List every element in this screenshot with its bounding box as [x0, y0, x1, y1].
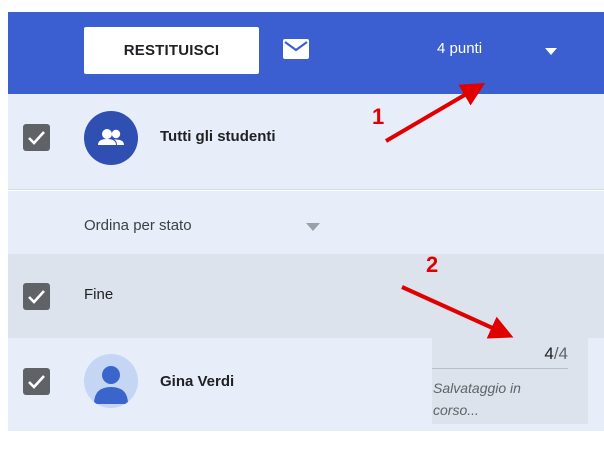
caret-down-icon[interactable]	[306, 223, 320, 231]
student-checkbox[interactable]	[23, 368, 50, 395]
sort-dropdown[interactable]: Ordina per stato	[84, 217, 192, 234]
check-icon	[28, 290, 45, 304]
all-students-label: Tutti gli studenti	[160, 128, 276, 145]
annotation-number-2: 2	[426, 252, 439, 277]
grade-total: /4	[553, 344, 568, 363]
avatar	[84, 354, 138, 408]
student-name: Gina Verdi	[160, 373, 235, 390]
mail-icon[interactable]	[283, 39, 309, 59]
annotation-number-1: 1	[372, 104, 385, 129]
people-icon	[84, 111, 138, 165]
return-button[interactable]: RESTITUISCI	[84, 27, 259, 74]
all-students-checkbox[interactable]	[23, 124, 50, 151]
check-icon	[28, 131, 45, 145]
saving-status: Salvataggio in corso...	[433, 380, 521, 418]
group-checkbox[interactable]	[23, 283, 50, 310]
person-icon	[94, 366, 128, 404]
grade-input[interactable]: 4	[544, 344, 553, 363]
grade-value: 4/4	[544, 344, 568, 364]
points-selector[interactable]: 4 punti	[437, 40, 482, 57]
grade-field[interactable]: 4/4 Salvataggio in corso...	[432, 338, 588, 424]
grade-underline	[432, 368, 568, 369]
caret-down-icon[interactable]	[545, 48, 557, 55]
check-icon	[28, 375, 45, 389]
group-label: Fine	[84, 286, 114, 303]
